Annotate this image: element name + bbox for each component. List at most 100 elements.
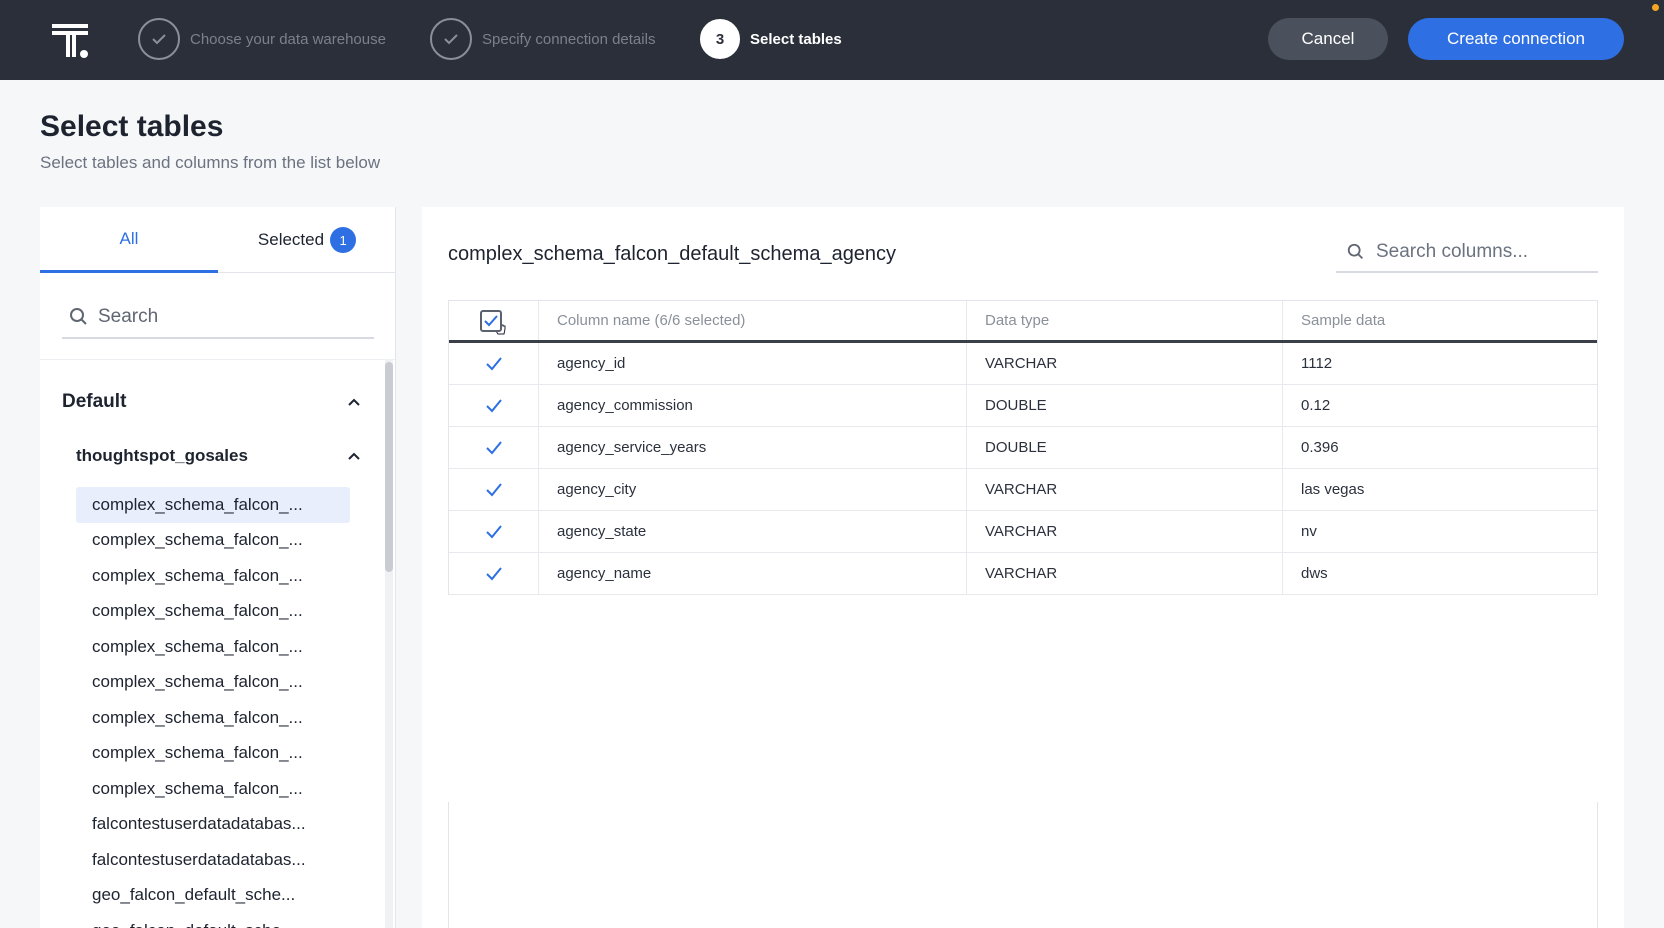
step-label: Select tables — [750, 30, 842, 48]
column-header-name[interactable]: Column name (6/6 selected) — [539, 301, 967, 340]
list-item[interactable]: complex_schema_falcon_... — [76, 523, 350, 559]
column-search-input[interactable] — [1376, 241, 1596, 263]
list-item[interactable]: complex_schema_falcon_... — [76, 487, 350, 523]
table-row[interactable]: agency_commission DOUBLE 0.12 — [449, 385, 1597, 427]
column-header-type[interactable]: Data type — [967, 301, 1283, 340]
step-select-tables: 3 Select tables — [700, 18, 842, 60]
column-name: agency_service_years — [539, 427, 967, 468]
column-name: agency_commission — [539, 385, 967, 426]
tab-all[interactable]: All — [40, 207, 218, 273]
tab-selected[interactable]: Selected 1 — [218, 207, 395, 273]
top-bar: Choose your data warehouse Specify conne… — [0, 0, 1664, 80]
column-name: agency_state — [539, 511, 967, 552]
schema-label: thoughtspot_gosales — [76, 446, 248, 465]
selected-table-title: complex_schema_falcon_default_schema_age… — [448, 243, 897, 265]
logo-dot — [80, 50, 88, 58]
column-type: VARCHAR — [967, 343, 1283, 384]
list-item[interactable]: complex_schema_falcon_... — [76, 736, 350, 772]
page-subtitle: Select tables and columns from the list … — [40, 153, 381, 172]
column-type: VARCHAR — [967, 511, 1283, 552]
column-sample: nv — [1301, 523, 1317, 540]
chevron-up-icon[interactable] — [346, 394, 362, 410]
checkbox-checked-icon[interactable] — [484, 438, 504, 458]
select-all-cell — [449, 301, 539, 340]
column-sample: dws — [1301, 565, 1328, 582]
group-default[interactable]: Default — [62, 387, 362, 417]
check-icon — [138, 18, 180, 60]
column-sample: 1112 — [1301, 355, 1333, 372]
list-item[interactable]: complex_schema_falcon_... — [76, 629, 350, 665]
column-name: agency_id — [539, 343, 967, 384]
logo-bar — [52, 31, 88, 35]
notification-dot — [1652, 4, 1659, 11]
table-row[interactable]: agency_id VARCHAR 1112 — [449, 343, 1597, 385]
tab-bar: All Selected 1 — [40, 207, 395, 273]
table-row[interactable]: agency_name VARCHAR dws — [449, 553, 1597, 595]
table-row[interactable]: agency_service_years DOUBLE 0.396 — [449, 427, 1597, 469]
table-search — [62, 297, 374, 339]
column-name: agency_name — [539, 553, 967, 594]
list-item[interactable]: geo_falcon_default_sche... — [76, 913, 350, 928]
list-item[interactable]: complex_schema_falcon_... — [76, 594, 350, 630]
checkbox-checked-icon[interactable] — [484, 354, 504, 374]
row-checkbox-cell — [449, 343, 539, 384]
table-empty-area — [448, 802, 1598, 928]
row-checkbox-cell — [449, 385, 539, 426]
list-item[interactable]: complex_schema_falcon_... — [76, 558, 350, 594]
logo-stem — [72, 35, 76, 57]
checkbox-checked-icon[interactable] — [484, 564, 504, 584]
row-checkbox-cell — [449, 427, 539, 468]
table-row[interactable]: agency_state VARCHAR nv — [449, 511, 1597, 553]
scrollbar-thumb[interactable] — [385, 362, 393, 572]
tab-label: Selected — [257, 230, 325, 249]
column-type: VARCHAR — [967, 469, 1283, 510]
logo-stem — [66, 35, 70, 57]
row-checkbox-cell — [449, 511, 539, 552]
column-search — [1336, 233, 1598, 273]
checkbox-checked-icon[interactable] — [484, 522, 504, 542]
list-item[interactable]: complex_schema_falcon_... — [76, 665, 350, 701]
column-sample: 0.12 — [1301, 397, 1331, 414]
table-browser-panel: All Selected 1 Default thoughtspot_gosal… — [40, 207, 396, 928]
cancel-button[interactable]: Cancel — [1268, 18, 1388, 60]
column-sample: 0.396 — [1301, 439, 1339, 456]
row-checkbox-cell — [449, 553, 539, 594]
schema-thoughtspot-gosales[interactable]: thoughtspot_gosales — [76, 441, 362, 471]
column-name: agency_city — [539, 469, 967, 510]
list-item[interactable]: geo_falcon_default_sche... — [76, 878, 350, 914]
table-row[interactable]: agency_city VARCHAR las vegas — [449, 469, 1597, 511]
checkbox-checked-icon[interactable] — [484, 480, 504, 500]
checkbox-checked-icon[interactable] — [484, 396, 504, 416]
divider — [40, 359, 395, 360]
logo-bar — [52, 24, 88, 28]
column-header-sample[interactable]: Sample data — [1283, 301, 1597, 340]
step-number: 3 — [700, 19, 740, 59]
column-type: VARCHAR — [967, 553, 1283, 594]
selected-count-badge: 1 — [330, 227, 357, 253]
table-list: complex_schema_falcon_... complex_schema… — [76, 487, 350, 928]
column-type: DOUBLE — [967, 385, 1283, 426]
list-item[interactable]: complex_schema_falcon_... — [76, 771, 350, 807]
list-item[interactable]: falcontestuserdatadatabas... — [76, 807, 350, 843]
check-icon — [430, 18, 472, 60]
column-panel: complex_schema_falcon_default_schema_age… — [422, 207, 1624, 928]
column-type: DOUBLE — [967, 427, 1283, 468]
chevron-up-icon[interactable] — [346, 448, 362, 464]
list-item[interactable]: falcontestuserdatadatabas... — [76, 842, 350, 878]
step-label: Specify connection details — [482, 30, 656, 48]
table-search-input[interactable] — [98, 306, 358, 328]
row-checkbox-cell — [449, 469, 539, 510]
create-connection-button[interactable]: Create connection — [1408, 18, 1624, 60]
tab-label: All — [119, 228, 139, 248]
list-item[interactable]: complex_schema_falcon_... — [76, 700, 350, 736]
step-label: Choose your data warehouse — [190, 30, 386, 48]
step-connection-details[interactable]: Specify connection details — [430, 18, 655, 60]
column-sample: las vegas — [1301, 481, 1365, 498]
columns-table: Column name (6/6 selected) Data type Sam… — [448, 300, 1598, 595]
search-icon — [1347, 243, 1364, 260]
step-choose-warehouse[interactable]: Choose your data warehouse — [138, 18, 386, 60]
select-all-checkbox[interactable] — [479, 309, 502, 332]
thoughtspot-logo[interactable] — [52, 20, 92, 60]
search-icon — [70, 308, 87, 325]
page-title: Select tables — [40, 110, 224, 143]
